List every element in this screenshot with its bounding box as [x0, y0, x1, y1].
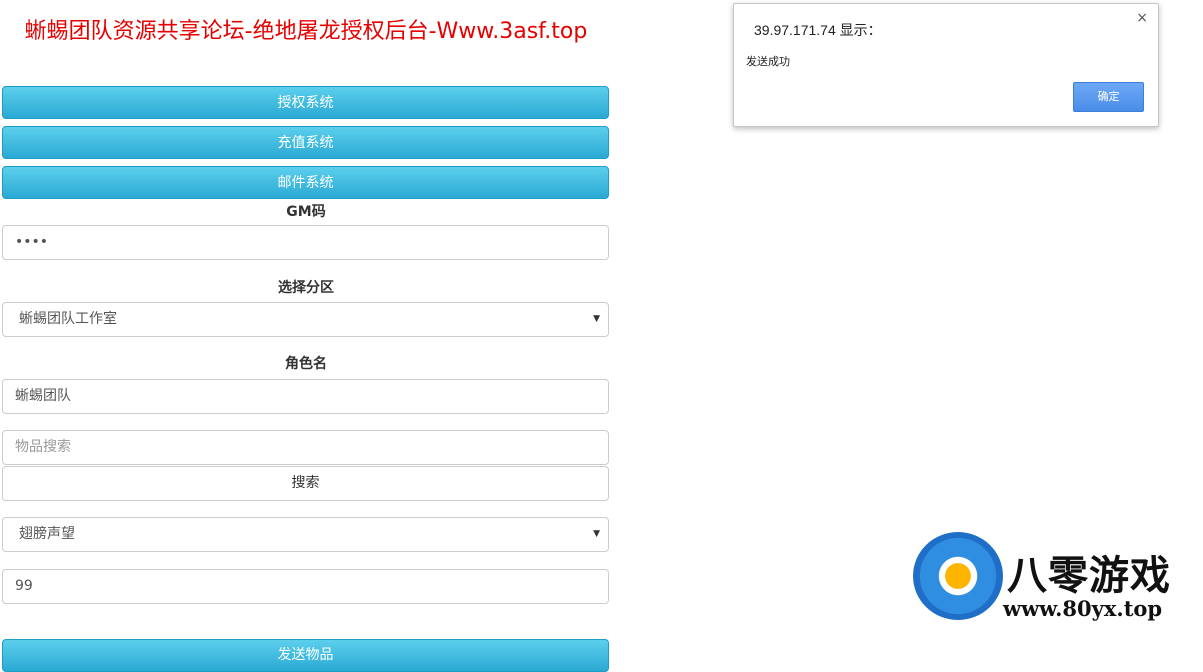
item-search-input[interactable]: 物品搜索 [2, 430, 609, 465]
role-name-input[interactable]: 蜥蜴团队 [2, 379, 609, 414]
dialog-message: 发送成功 [746, 55, 790, 68]
server-select[interactable]: 蜥蜴团队工作室 ▼ [2, 302, 609, 337]
item-select[interactable]: 翅膀声望 ▼ [2, 517, 609, 552]
role-name-label: 角色名 [285, 356, 327, 372]
quantity-value: 99 [15, 578, 33, 594]
alert-dialog: 39.97.171.74 显示： × 发送成功 确定 [733, 3, 1159, 127]
item-search-placeholder: 物品搜索 [15, 439, 71, 455]
gm-code-label: GM码 [286, 204, 326, 220]
send-item-button[interactable]: 发送物品 [2, 639, 609, 672]
dialog-origin: 39.97.171.74 显示： [754, 22, 882, 38]
recharge-system-button[interactable]: 充值系统 [2, 126, 609, 159]
watermark-brand: 八零游戏 [1007, 553, 1171, 599]
watermark-url: www.80yx.top [1003, 596, 1163, 621]
page-title: 蜥蜴团队资源共享论坛-绝地屠龙授权后台-Www.3asf.top [24, 19, 588, 44]
gm-code-input[interactable]: •••• [2, 225, 609, 260]
dialog-ok-button[interactable]: 确定 [1073, 82, 1144, 112]
gm-code-value: •••• [15, 234, 49, 250]
search-button[interactable]: 搜索 [2, 466, 609, 501]
watermark-logo-icon [913, 532, 1003, 620]
role-name-value: 蜥蜴团队 [15, 388, 71, 404]
server-selected-value: 蜥蜴团队工作室 [19, 311, 117, 327]
mail-system-button[interactable]: 邮件系统 [2, 166, 609, 199]
server-label: 选择分区 [278, 280, 334, 296]
close-icon[interactable]: × [1136, 10, 1148, 26]
caret-down-icon: ▼ [593, 529, 600, 539]
caret-down-icon: ▼ [593, 314, 600, 324]
auth-system-button[interactable]: 授权系统 [2, 86, 609, 119]
quantity-input[interactable]: 99 [2, 569, 609, 604]
item-selected-value: 翅膀声望 [19, 526, 75, 542]
